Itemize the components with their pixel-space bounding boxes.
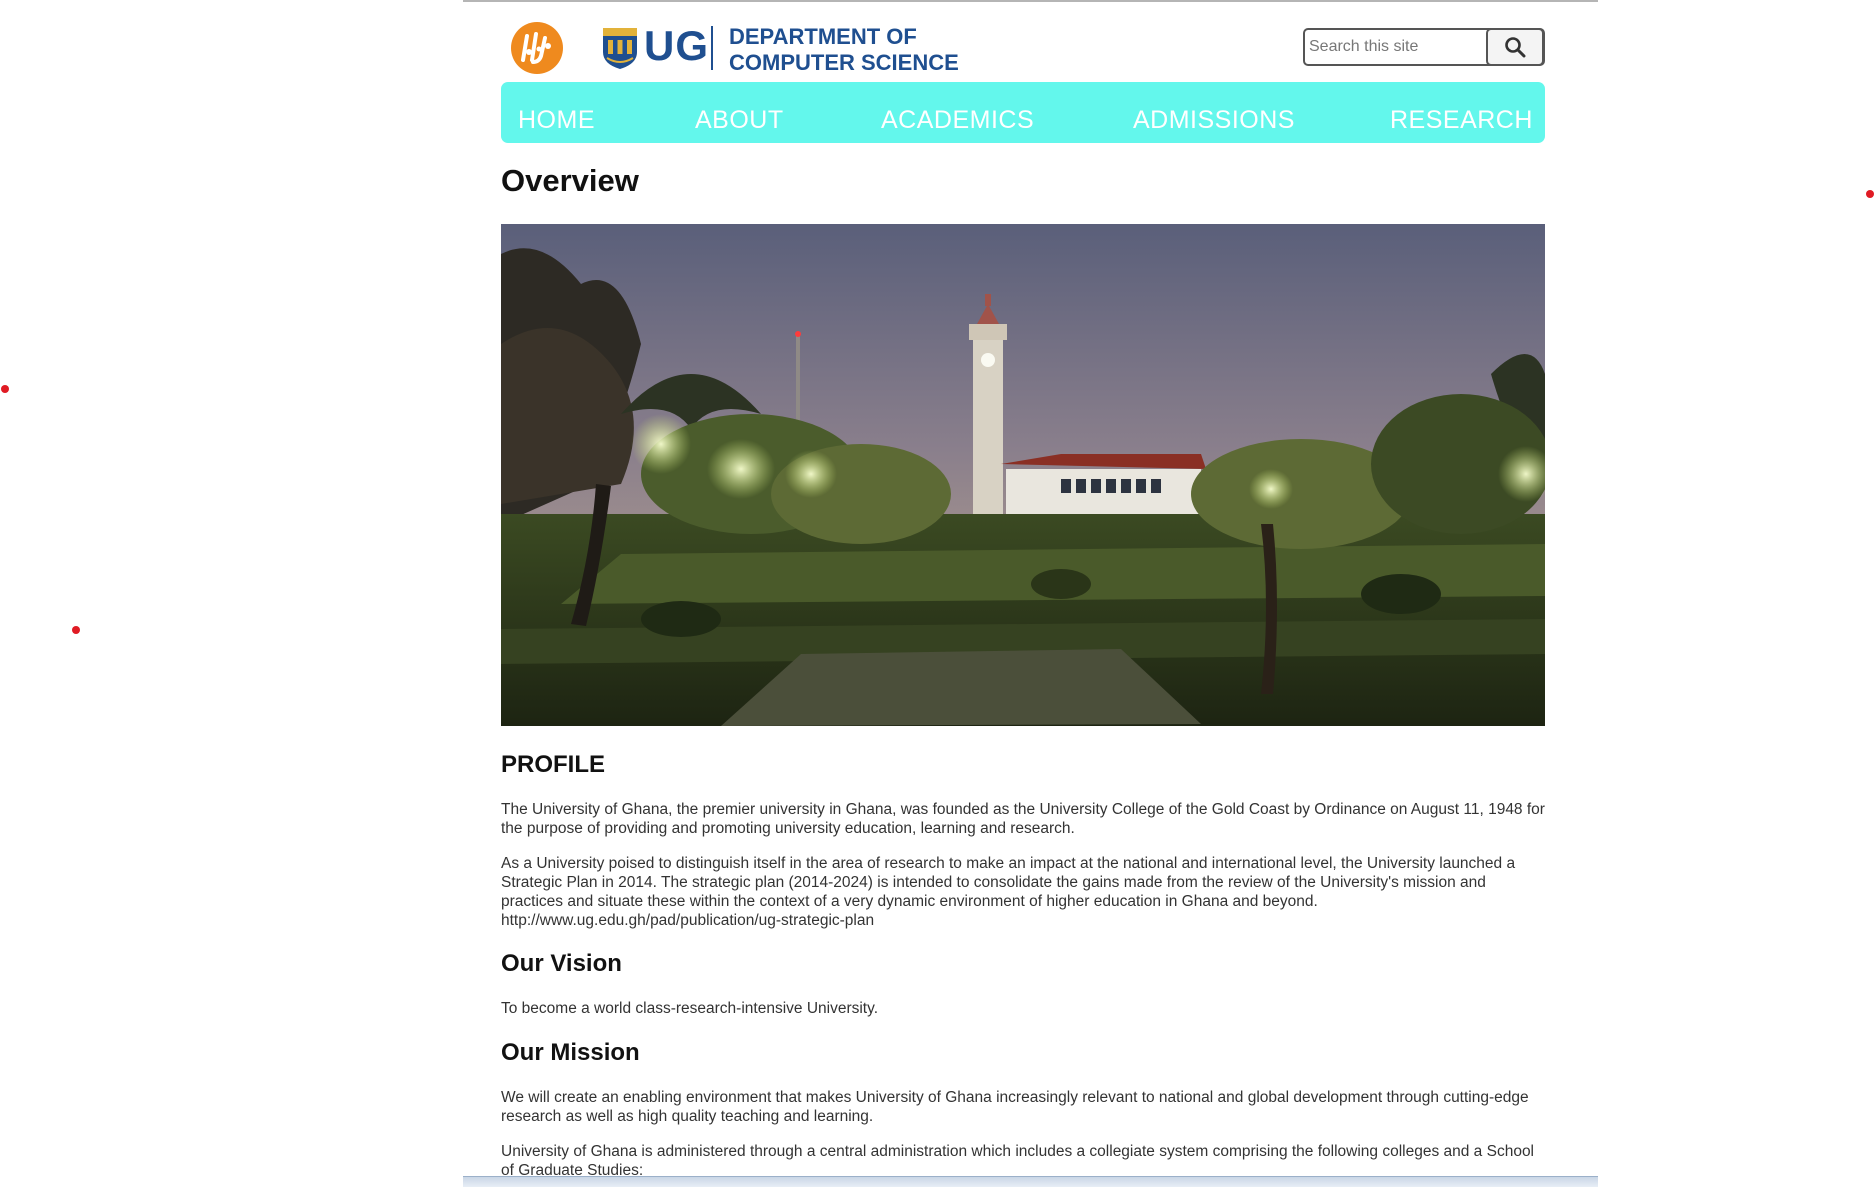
- bottom-scroll-edge: [463, 1176, 1598, 1187]
- cs-department-logo-icon[interactable]: [511, 22, 563, 74]
- nav-item-research[interactable]: RESEARCH: [1390, 104, 1533, 136]
- department-name: DEPARTMENT OF COMPUTER SCIENCE: [729, 24, 959, 76]
- search-button[interactable]: [1486, 28, 1544, 66]
- logo-divider: [711, 26, 713, 70]
- nav-item-home[interactable]: HOME: [518, 104, 595, 136]
- profile-paragraph-1: The University of Ghana, the premier uni…: [501, 801, 1545, 837]
- nav-item-admissions[interactable]: ADMISSIONS: [1133, 104, 1295, 136]
- nav-item-about[interactable]: ABOUT: [695, 104, 784, 136]
- site-search: [1303, 28, 1545, 66]
- main-navigation: HOME ABOUT ACADEMICS ADMISSIONS RESEARCH: [501, 82, 1545, 143]
- campus-hero-image: [501, 224, 1545, 726]
- department-name-line2: COMPUTER SCIENCE: [729, 50, 959, 75]
- red-dot-marker: [1866, 190, 1874, 198]
- profile-heading: PROFILE: [501, 751, 606, 778]
- vision-text: To become a world class-research-intensi…: [501, 1000, 879, 1017]
- profile-paragraph-2: As a University poised to distinguish it…: [501, 855, 1516, 929]
- mission-heading: Our Mission: [501, 1039, 640, 1066]
- search-icon: [1505, 37, 1526, 58]
- ug-wordmark: UG: [644, 22, 709, 69]
- administration-text: University of Ghana is administered thro…: [501, 1143, 1535, 1179]
- red-dot-marker: [1, 385, 9, 393]
- vision-heading: Our Vision: [501, 950, 622, 977]
- ug-crest-icon: [601, 26, 639, 70]
- department-name-line1: DEPARTMENT OF: [729, 24, 917, 49]
- search-input[interactable]: [1307, 32, 1469, 62]
- page-title: Overview: [501, 163, 639, 198]
- red-dot-marker: [72, 626, 80, 634]
- mission-text: We will create an enabling environment t…: [501, 1089, 1529, 1125]
- nav-item-academics[interactable]: ACADEMICS: [881, 104, 1034, 136]
